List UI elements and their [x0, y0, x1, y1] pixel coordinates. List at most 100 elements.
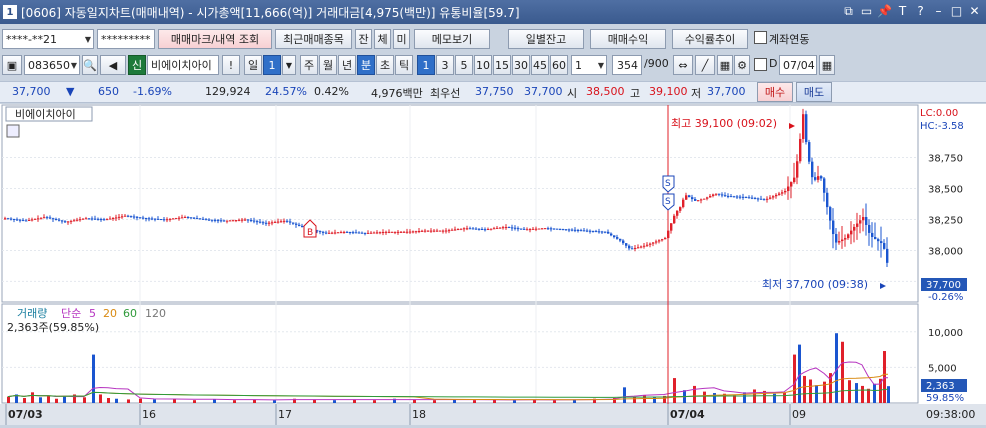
- volume-bar: [153, 399, 156, 403]
- calendar-icon[interactable]: ▦: [819, 55, 835, 75]
- candle-body: [871, 232, 874, 238]
- interval-3[interactable]: 3: [436, 55, 454, 75]
- pin-icon[interactable]: 📌: [877, 3, 892, 19]
- candle-body: [844, 238, 847, 240]
- candle-body: [97, 218, 100, 220]
- candle-body: [241, 219, 244, 221]
- help-icon[interactable]: ?: [913, 3, 928, 19]
- candle-body: [61, 220, 64, 222]
- candle-body: [874, 237, 877, 240]
- interval-60[interactable]: 60: [550, 55, 568, 75]
- sound-icon[interactable]: ◀: [100, 55, 126, 75]
- buy-button[interactable]: 매수: [757, 82, 793, 102]
- candle-body: [877, 239, 880, 242]
- period-second[interactable]: 초: [376, 55, 394, 75]
- balance-button[interactable]: 잔: [355, 29, 372, 49]
- candle-body: [172, 218, 175, 220]
- search-icon[interactable]: 🔍: [82, 55, 98, 75]
- unexecuted-button[interactable]: 미: [393, 29, 410, 49]
- trade-profit-button[interactable]: 매매수익: [590, 29, 666, 49]
- close-icon[interactable]: ✕: [967, 3, 982, 19]
- candle-body: [10, 218, 13, 220]
- period-dropdown-icon[interactable]: ▼: [282, 55, 296, 75]
- current-price: 37,700: [12, 85, 51, 98]
- candle-body: [886, 248, 889, 263]
- candle-body: [499, 227, 502, 229]
- chart-svg[interactable]: 비에이치아이 LC:0.00 HC:-3.58 38,750 38,500 38,2…: [0, 104, 986, 425]
- candle-body: [13, 218, 16, 220]
- panel-settings-icon[interactable]: [6, 124, 20, 138]
- candle-body: [547, 228, 550, 230]
- candle-body: [496, 227, 499, 229]
- high-annotation: 최고 39,100 (09:02): [671, 117, 777, 130]
- interval-select[interactable]: 1: [571, 55, 607, 75]
- volume-bar: [815, 385, 818, 403]
- daily-balance-button[interactable]: 일별잔고: [508, 29, 584, 49]
- period-year[interactable]: 년: [338, 55, 356, 75]
- grid-icon[interactable]: ▦: [717, 55, 733, 75]
- password-field[interactable]: *********: [97, 29, 155, 49]
- candle-body: [526, 229, 529, 231]
- stock-code-input[interactable]: 083650: [24, 55, 80, 75]
- bar-count-input[interactable]: 354: [612, 55, 642, 75]
- link-account-checkbox[interactable]: [754, 31, 767, 44]
- executed-button[interactable]: 체: [374, 29, 391, 49]
- settings-gear-icon[interactable]: ⚙: [734, 55, 750, 75]
- recent-trades-button[interactable]: 최근매매종목: [275, 29, 352, 49]
- interval-15[interactable]: 15: [493, 55, 511, 75]
- candle-body: [328, 232, 331, 234]
- profit-trend-button[interactable]: 수익률추이: [672, 29, 748, 49]
- period-day-label[interactable]: 일: [244, 55, 262, 75]
- interval-45[interactable]: 45: [531, 55, 549, 75]
- period-minute[interactable]: 분: [357, 55, 375, 75]
- candle-body: [700, 199, 703, 201]
- candle-body: [613, 235, 616, 238]
- candle-body: [364, 232, 367, 234]
- candle-body: [211, 219, 214, 221]
- window-tile-icon[interactable]: ▭: [859, 3, 874, 19]
- candle-body: [118, 216, 121, 218]
- account-select[interactable]: ****-**21: [2, 29, 94, 49]
- candle-body: [709, 195, 712, 198]
- zoom-icon[interactable]: ⇔: [673, 55, 693, 75]
- sell-button[interactable]: 매도: [796, 82, 832, 102]
- candle-body: [805, 114, 808, 143]
- chart-area[interactable]: 비에이치아이 LC:0.00 HC:-3.58 38,750 38,500 38,2…: [0, 104, 986, 425]
- trade-mark-query-button[interactable]: 매매마크/내역 조회: [158, 29, 272, 49]
- candle-body: [415, 231, 418, 233]
- candle-body: [742, 196, 745, 198]
- candle-body: [766, 198, 769, 200]
- interval-1[interactable]: 1: [417, 55, 435, 75]
- candle-body: [367, 232, 370, 234]
- candle-body: [751, 197, 754, 199]
- candle-body: [808, 142, 811, 162]
- font-size-icon[interactable]: T: [895, 3, 910, 19]
- candle-body: [796, 161, 799, 178]
- draw-tool-icon[interactable]: ╱: [695, 55, 715, 75]
- candle-body: [502, 227, 505, 229]
- interval-5[interactable]: 5: [455, 55, 473, 75]
- alert-button[interactable]: !: [222, 55, 240, 75]
- window-restore-icon[interactable]: ⧉: [841, 3, 856, 19]
- memo-button[interactable]: 메모보기: [414, 29, 490, 49]
- candle-body: [124, 215, 127, 217]
- period-month[interactable]: 월: [319, 55, 337, 75]
- last-volume-tag: 2,363: [926, 381, 955, 392]
- candle-body: [91, 218, 94, 220]
- x-tick-label: 17: [278, 408, 292, 421]
- candle-body: [658, 240, 661, 242]
- candle-body: [880, 241, 883, 244]
- volume-bar: [867, 388, 870, 403]
- period-value[interactable]: 1: [263, 55, 281, 75]
- date-checkbox[interactable]: [754, 58, 767, 71]
- date-input[interactable]: 07/04: [779, 55, 817, 75]
- interval-30[interactable]: 30: [512, 55, 530, 75]
- maximize-icon[interactable]: □: [949, 3, 964, 19]
- period-week[interactable]: 주: [300, 55, 318, 75]
- bar-count-total: /900: [644, 57, 669, 70]
- candle-body: [853, 226, 856, 231]
- chart-menu-icon[interactable]: ▣: [2, 55, 22, 75]
- minimize-icon[interactable]: –: [931, 3, 946, 19]
- period-tick[interactable]: 틱: [395, 55, 413, 75]
- interval-10[interactable]: 10: [474, 55, 492, 75]
